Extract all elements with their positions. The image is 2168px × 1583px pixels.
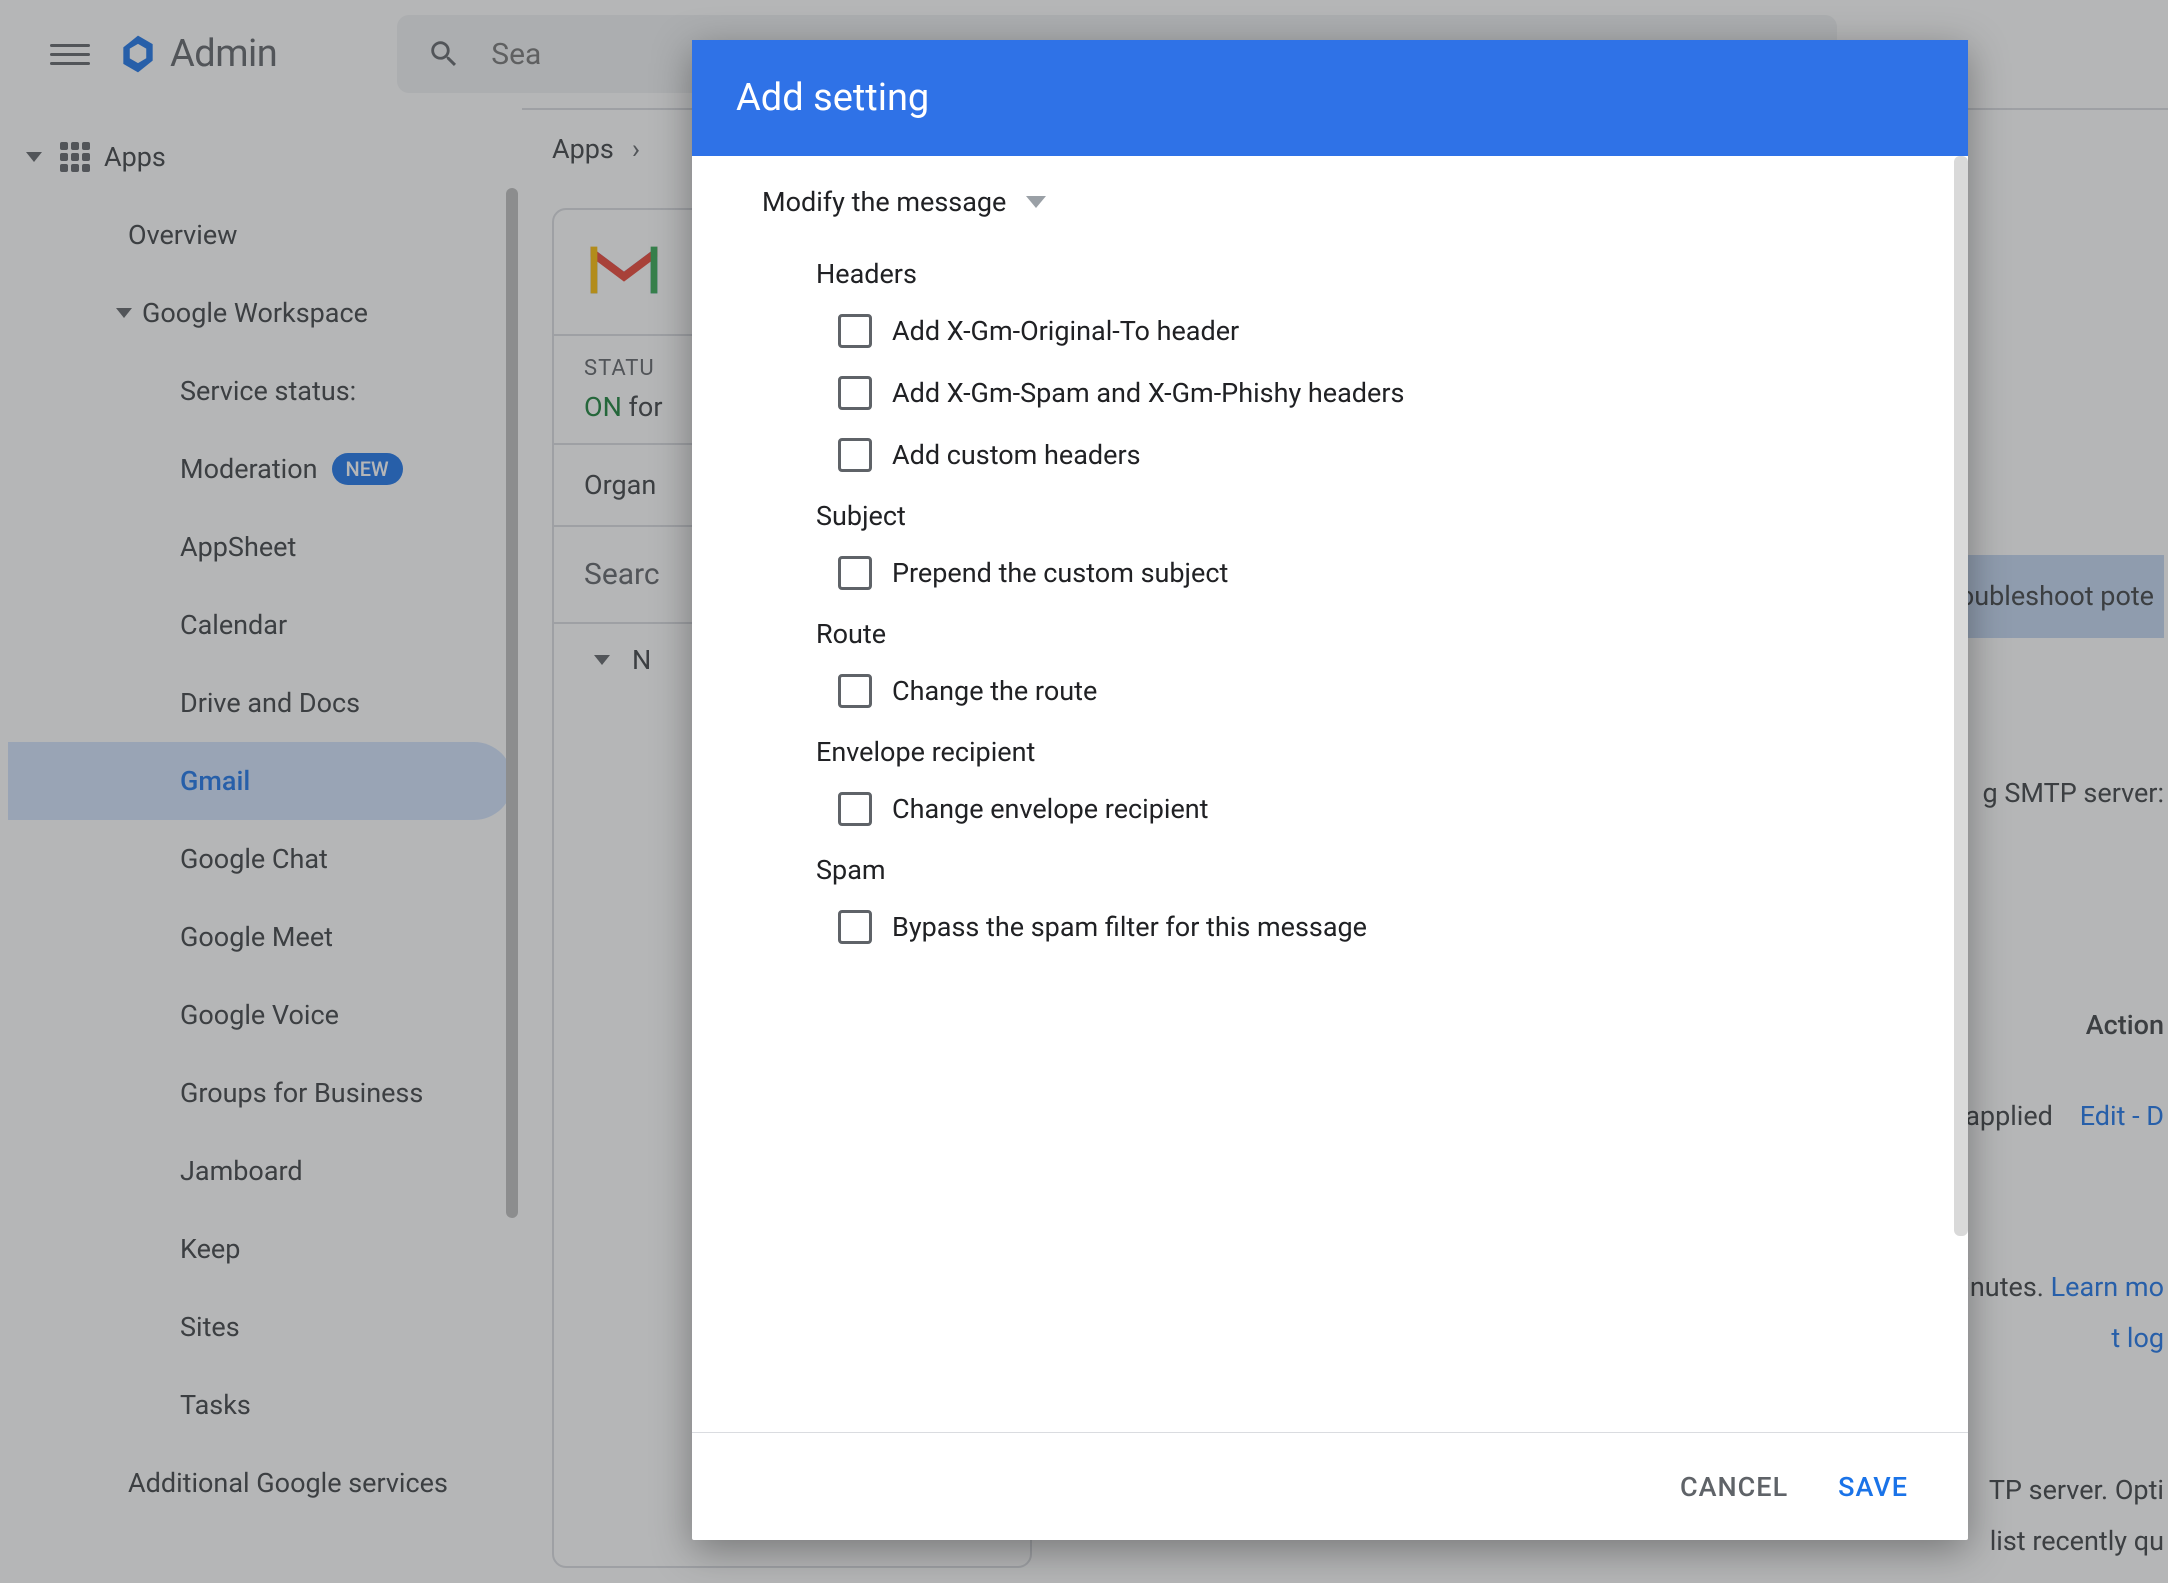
checkbox-add-spam-phishy[interactable]: Add X-Gm-Spam and X-Gm-Phishy headers [838,376,1898,410]
section-spam: Spam [816,854,1898,886]
dialog-footer: CANCEL SAVE [692,1432,1968,1540]
checkbox-label: Add X-Gm-Spam and X-Gm-Phishy headers [892,377,1404,409]
checkbox-label: Change the route [892,675,1097,707]
checkbox-label: Change envelope recipient [892,793,1209,825]
chevron-down-icon [1026,196,1046,208]
checkbox-label: Add X-Gm-Original-To header [892,315,1239,347]
section-envelope: Envelope recipient [816,736,1898,768]
checkbox-label: Bypass the spam filter for this message [892,911,1367,943]
checkbox-add-original-to[interactable]: Add X-Gm-Original-To header [838,314,1898,348]
checkbox-change-route[interactable]: Change the route [838,674,1898,708]
checkbox-icon [838,438,872,472]
checkbox-icon [838,674,872,708]
cancel-button[interactable]: CANCEL [1680,1471,1788,1503]
dialog-body: Modify the message Headers Add X-Gm-Orig… [692,156,1968,1432]
section-route: Route [816,618,1898,650]
checkbox-prepend-subject[interactable]: Prepend the custom subject [838,556,1898,590]
checkbox-label: Prepend the custom subject [892,557,1228,589]
section-subject: Subject [816,500,1898,532]
save-button[interactable]: SAVE [1838,1471,1908,1503]
dialog-title: Add setting [692,40,1968,156]
checkbox-add-custom-headers[interactable]: Add custom headers [838,438,1898,472]
checkbox-icon [838,376,872,410]
checkbox-icon [838,910,872,944]
checkbox-label: Add custom headers [892,439,1141,471]
scrollbar[interactable] [1954,156,1968,1236]
checkbox-icon [838,792,872,826]
modify-label: Modify the message [762,186,1006,218]
checkbox-bypass-spam[interactable]: Bypass the spam filter for this message [838,910,1898,944]
checkbox-icon [838,556,872,590]
section-headers: Headers [816,258,1898,290]
checkbox-change-envelope[interactable]: Change envelope recipient [838,792,1898,826]
modify-message-dropdown[interactable]: Modify the message [762,186,1898,218]
add-setting-dialog: Add setting Modify the message Headers A… [692,40,1968,1540]
checkbox-icon [838,314,872,348]
